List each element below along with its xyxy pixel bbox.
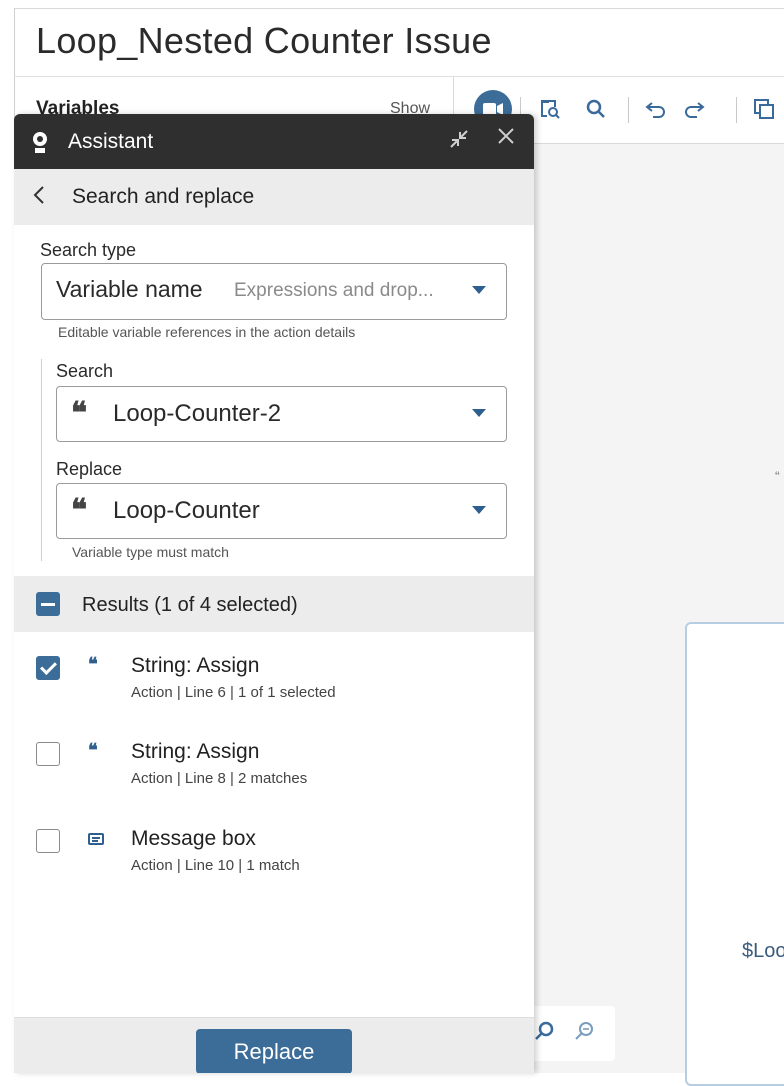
assistant-footer: Replace — [14, 1017, 534, 1073]
result-title: String: Assign — [131, 654, 260, 677]
result-checkbox[interactable] — [36, 656, 60, 680]
result-title: String: Assign — [131, 740, 260, 763]
result-meta: Action | Line 6 | 1 of 1 selected — [131, 684, 336, 701]
search-type-label: Search type — [40, 240, 137, 260]
message-box-icon — [88, 833, 104, 845]
search-type-select[interactable]: Variable name Expressions and drop... — [41, 263, 507, 320]
toolbar-separator — [628, 97, 629, 123]
quote-icon: ❝ — [88, 654, 98, 675]
undo-icon[interactable] — [642, 93, 670, 125]
zoom-in-icon[interactable] — [533, 1020, 555, 1048]
left-edge — [0, 8, 15, 1073]
quote-icon: ❝ — [71, 396, 88, 431]
list-item[interactable]: ❝ String: Assign Action | Line 6 | 1 of … — [14, 650, 534, 730]
result-title: Message box — [131, 827, 256, 850]
assistant-title: Assistant — [68, 130, 154, 153]
chevron-down-icon — [472, 286, 486, 294]
search-type-value: Variable name — [56, 276, 203, 302]
window-top-bar — [0, 0, 784, 9]
flow-node[interactable] — [685, 622, 784, 1086]
replace-label: Replace — [56, 459, 123, 479]
close-icon[interactable] — [494, 124, 518, 155]
results-header: Results (1 of 4 selected) — [14, 576, 534, 632]
assistant-panel: Assistant Search and replace Search type… — [14, 114, 534, 1073]
result-checkbox[interactable] — [36, 742, 60, 766]
subheader-title: Search and replace — [72, 185, 255, 208]
search-label: Search — [56, 361, 114, 381]
search-type-sub: Expressions and drop... — [234, 280, 434, 301]
result-meta: Action | Line 10 | 1 match — [131, 857, 300, 874]
results-label: Results (1 of 4 selected) — [82, 594, 298, 616]
copy-icon[interactable] — [750, 93, 778, 125]
redo-icon[interactable] — [680, 93, 708, 125]
search-type-hint: Editable variable references in the acti… — [58, 324, 356, 340]
back-chevron-icon[interactable] — [32, 183, 46, 213]
find-in-flow-icon[interactable] — [536, 93, 564, 125]
replace-field[interactable]: ❝ Loop-Counter — [56, 483, 507, 539]
zoom-controls — [525, 1006, 615, 1061]
replace-value: Loop-Counter — [113, 497, 260, 524]
chevron-down-icon — [472, 409, 486, 417]
quote-icon: ❝ — [88, 740, 98, 761]
select-all-checkbox[interactable] — [36, 592, 60, 616]
search-value: Loop-Counter-2 — [113, 400, 282, 427]
assistant-header: Assistant — [14, 114, 534, 169]
group-divider — [41, 359, 42, 561]
list-item[interactable]: ❝ String: Assign Action | Line 8 | 2 mat… — [14, 736, 534, 816]
collapse-icon[interactable] — [448, 128, 470, 156]
search-replace-subheader: Search and replace — [14, 169, 534, 225]
list-item[interactable]: Message box Action | Line 10 | 1 match — [14, 823, 534, 903]
assistant-icon — [30, 130, 50, 156]
toolbar-separator — [736, 97, 737, 123]
result-checkbox[interactable] — [36, 829, 60, 853]
flow-node-text: $Loo — [742, 940, 784, 962]
replace-button[interactable]: Replace — [196, 1029, 352, 1073]
replace-hint: Variable type must match — [72, 544, 229, 560]
search-field[interactable]: ❝ Loop-Counter-2 — [56, 386, 507, 442]
search-icon[interactable] — [582, 93, 610, 125]
page-title: Loop_Nested Counter Issue — [36, 20, 492, 61]
quote-icon: ❝ — [71, 493, 88, 528]
canvas-quote-mark: “ — [775, 468, 780, 484]
result-meta: Action | Line 8 | 2 matches — [131, 770, 308, 787]
chevron-down-icon — [472, 506, 486, 514]
zoom-out-icon[interactable] — [573, 1020, 595, 1048]
